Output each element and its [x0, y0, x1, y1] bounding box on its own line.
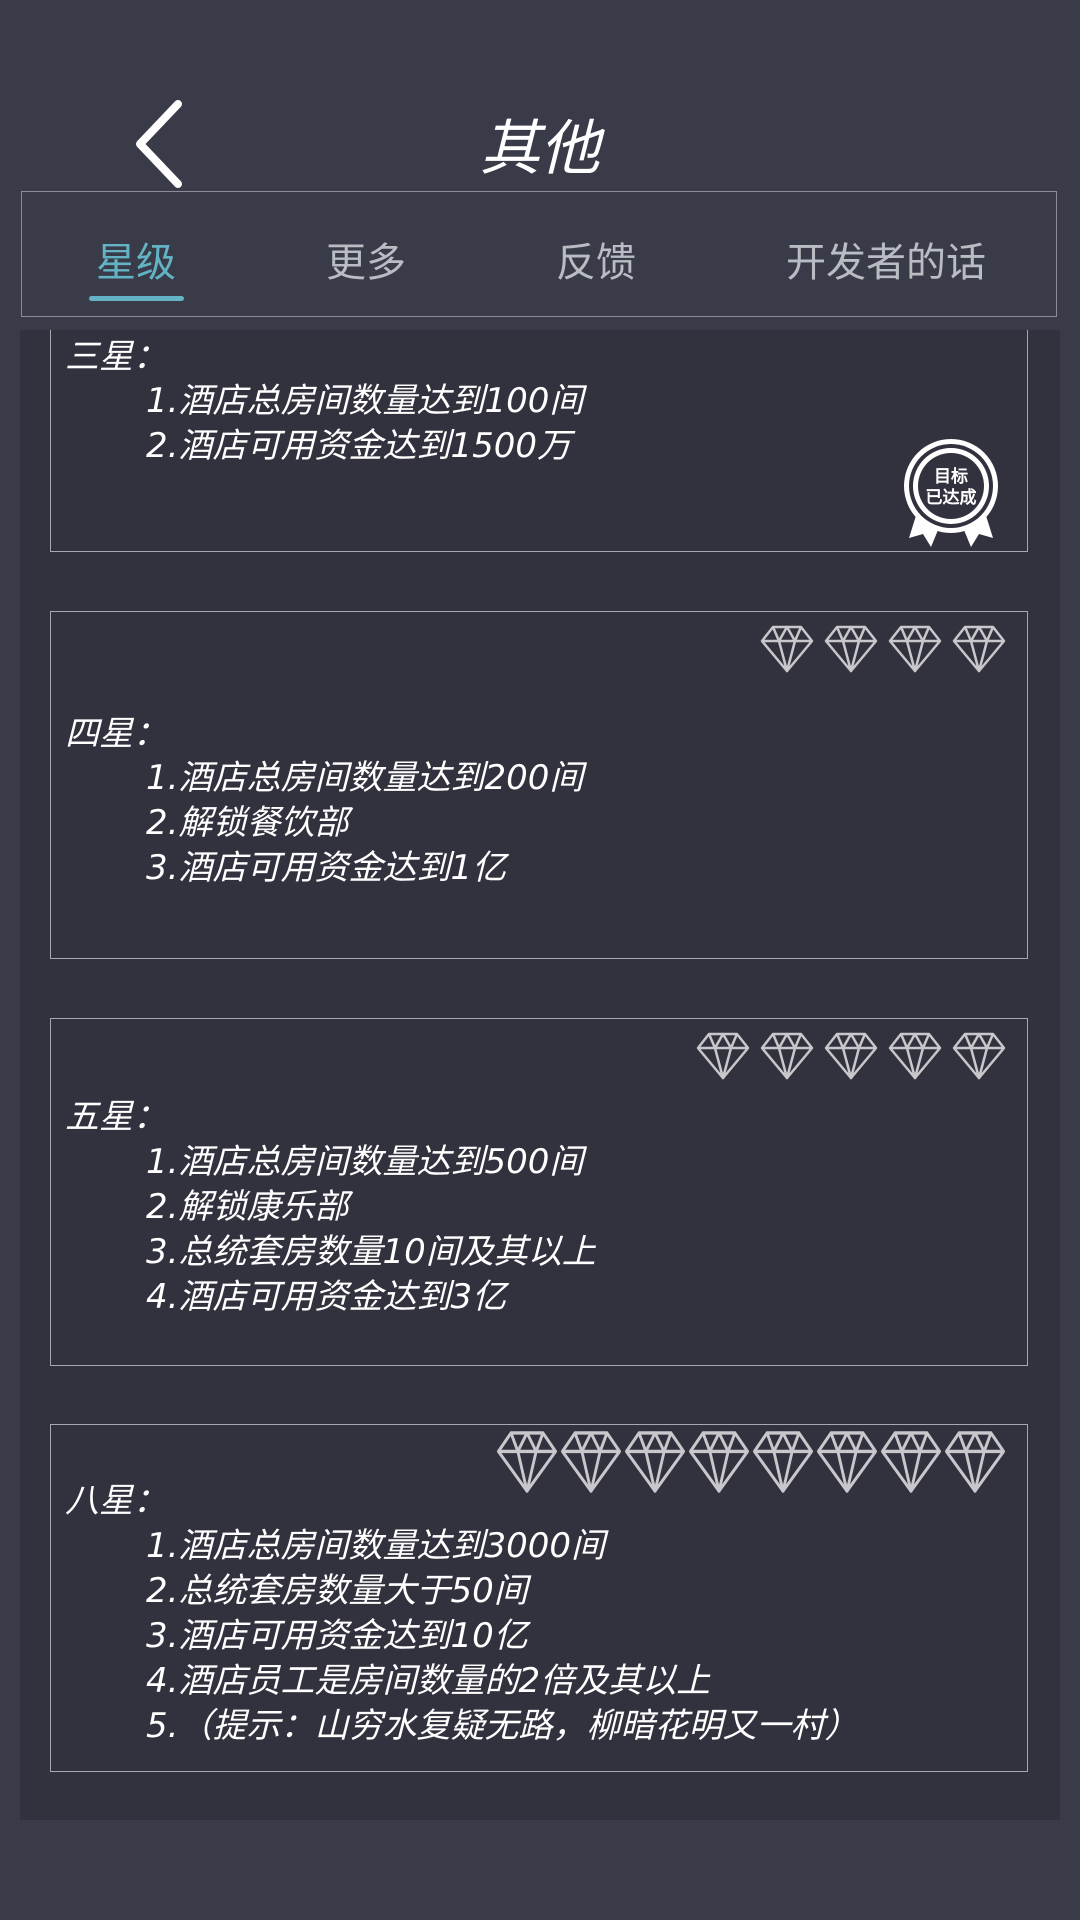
diamond-icon — [561, 1431, 621, 1493]
requirement-item: 1.酒店总房间数量达到200间 — [146, 758, 584, 798]
diamond-icon — [945, 1431, 1005, 1493]
diamond-rating — [687, 1031, 1007, 1081]
requirement-item: 5.（提示：山穷水复疑无路，柳暗花明又一村） — [146, 1706, 859, 1746]
card-title: 八星： — [65, 1481, 167, 1521]
requirement-item: 4.酒店可用资金达到3亿 — [146, 1277, 507, 1317]
star-level-list[interactable]: 三星： 1.酒店总房间数量达到100间 2.酒店可用资金达到1500万 目标 已… — [20, 330, 1060, 1820]
diamond-icon — [625, 1431, 685, 1493]
diamond-icon — [952, 1032, 1006, 1080]
diamond-icon — [753, 1431, 813, 1493]
requirement-item: 1.酒店总房间数量达到500间 — [146, 1142, 584, 1182]
header: 其他 — [0, 0, 1080, 190]
diamond-icon — [824, 625, 878, 673]
goal-achieved-badge: 目标 已达成 — [901, 436, 1001, 555]
card-title: 三星： — [65, 337, 167, 377]
tab-more[interactable]: 更多 — [326, 230, 406, 288]
active-tab-indicator — [89, 296, 184, 301]
requirement-item: 1.酒店总房间数量达到100间 — [146, 381, 584, 421]
diamond-icon — [760, 1032, 814, 1080]
diamond-icon — [689, 1431, 749, 1493]
requirement-item: 3.总统套房数量10间及其以上 — [146, 1232, 596, 1272]
card-title: 四星： — [65, 714, 167, 754]
star-card-five: 五星： 1.酒店总房间数量达到500间 2.解锁康乐部 3.总统套房数量10间及… — [50, 1018, 1028, 1366]
requirement-item: 2.总统套房数量大于50间 — [146, 1571, 528, 1611]
card-title: 五星： — [65, 1097, 167, 1137]
requirement-item: 1.酒店总房间数量达到3000间 — [146, 1526, 605, 1566]
diamond-icon — [952, 625, 1006, 673]
requirement-item: 2.酒店可用资金达到1500万 — [146, 426, 571, 466]
tab-developer-notes[interactable]: 开发者的话 — [786, 230, 986, 288]
star-card-eight: 八星： 1.酒店总房间数量达到3000间 2.总统套房数量大于50间 3.酒店可… — [50, 1424, 1028, 1772]
diamond-icon — [497, 1431, 557, 1493]
diamond-icon — [824, 1032, 878, 1080]
diamond-icon — [888, 1032, 942, 1080]
diamond-icon — [817, 1431, 877, 1493]
tab-feedback[interactable]: 反馈 — [556, 230, 636, 288]
diamond-icon — [696, 1032, 750, 1080]
star-card-four: 四星： 1.酒店总房间数量达到200间 2.解锁餐饮部 3.酒店可用资金达到1亿 — [50, 611, 1028, 959]
requirement-item: 2.解锁康乐部 — [146, 1187, 349, 1227]
badge-line-2: 已达成 — [926, 487, 977, 508]
star-card-three: 三星： 1.酒店总房间数量达到100间 2.酒店可用资金达到1500万 目标 已… — [50, 330, 1028, 552]
requirement-item: 2.解锁餐饮部 — [146, 803, 349, 843]
badge-line-1: 目标 — [934, 466, 968, 487]
diamond-rating — [495, 1429, 1007, 1495]
requirement-item: 3.酒店可用资金达到1亿 — [146, 848, 507, 888]
diamond-icon — [760, 625, 814, 673]
tab-bar: 星级 更多 反馈 开发者的话 — [21, 191, 1057, 317]
tab-star-level[interactable]: 星级 — [96, 230, 176, 288]
diamond-icon — [881, 1431, 941, 1493]
requirement-item: 3.酒店可用资金达到10亿 — [146, 1616, 528, 1656]
requirement-item: 4.酒店员工是房间数量的2倍及其以上 — [146, 1661, 711, 1701]
diamond-icon — [888, 625, 942, 673]
diamond-rating — [751, 624, 1007, 674]
page-title: 其他 — [480, 114, 600, 184]
